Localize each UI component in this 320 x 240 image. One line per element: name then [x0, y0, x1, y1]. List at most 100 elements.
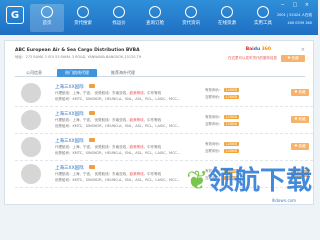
- route-text: 优势航线：东南亚线: [94, 118, 127, 122]
- collect-button[interactable]: ♥ 收藏: [291, 143, 309, 150]
- nav-item-label: 货代搜索: [74, 21, 92, 26]
- agent-name[interactable]: 上海三XX国际: [55, 84, 84, 90]
- route-text: 优势航线：东南亚线: [94, 91, 127, 95]
- nav-item-label: 货代资讯: [182, 21, 200, 26]
- tab-bar: 公司信息 热门航线代理 推荐海外代理: [15, 69, 305, 77]
- vip-badge: [89, 111, 95, 115]
- agent-name[interactable]: 上海三XX国际: [55, 138, 84, 144]
- route-text: 优势航线：东南亚线: [94, 172, 127, 176]
- nav-item-home[interactable]: 首页: [30, 4, 64, 32]
- nav-item-label: 在线资源: [218, 21, 236, 26]
- hotline-phone: 400 0539 260: [287, 21, 313, 25]
- route-text: 代理航线：上海、宁波、: [55, 145, 94, 149]
- collect-button[interactable]: ♥ 收藏: [281, 55, 305, 62]
- nav-item-label: 首页: [42, 21, 52, 26]
- stat-value: 120KB: [223, 122, 239, 126]
- home-icon: [41, 6, 53, 18]
- company-name: ABC European Air & Sea Cargo Distributio…: [15, 48, 140, 53]
- nav-item-online-resources[interactable]: 在线资源: [210, 4, 244, 32]
- vip-badge: [89, 84, 95, 88]
- carrier-info: 优势船司：KMTC、SINOKOR、HEUNG-A、SNL、ASL、RCL、LA…: [55, 97, 181, 101]
- window-controls: − □ ×: [281, 2, 312, 8]
- avatar: [21, 137, 41, 157]
- tools-icon: [257, 6, 269, 18]
- globe-icon: [221, 6, 233, 18]
- search-brand-logos: Baidu 360: [246, 47, 271, 52]
- route-highlight: ，欧美等线: [126, 172, 144, 176]
- nav-item-label: 查询订舱: [146, 21, 164, 26]
- stat-valid-inquiry: 有效询价： 120KB: [205, 115, 239, 120]
- app-logo: G: [6, 6, 24, 24]
- price-icon: [113, 6, 125, 18]
- carrier-info: 优势船司：KMTC、SINOKOR、HEUNG-A、SNL、ASL、RCL、LA…: [55, 151, 181, 155]
- online-count: 2001 | 52424 人在线: [276, 13, 312, 17]
- top-navigation-bar: G 首页 货代搜索 找运价 查询订舱 货代资讯 在线资源 实用工具 − □ × …: [0, 0, 318, 35]
- route-text: ，中东等线: [143, 118, 162, 122]
- leaf-icon: ❦: [186, 166, 208, 196]
- route-text: 代理航线：上海、宁波、: [55, 91, 94, 95]
- stat-value: 120KB: [223, 88, 239, 92]
- avatar: [21, 83, 41, 103]
- list-item: 上海三XX国际 代理航线：上海、宁波、 优势航线：东南亚线，欧美等线，中东等线 …: [15, 108, 313, 134]
- brand-logo[interactable]: du: [254, 47, 260, 52]
- brand-logo[interactable]: 360: [262, 47, 271, 52]
- stat-label: 互联询价：: [205, 149, 223, 153]
- watermark-url: lhdown.com: [271, 198, 296, 203]
- stat-valid-inquiry: 有效询价： 120KB: [205, 88, 239, 93]
- company-address: 地址：273 RAMA 3 SOI 53 RAMA 3 ROAD, YANNAW…: [15, 55, 142, 59]
- list-item: 上海三XX国际 代理航线：上海、宁波、 优势航线：东南亚线，欧美等线，中东等线 …: [15, 135, 313, 161]
- nav-item-label: 找运价: [112, 21, 126, 26]
- stat-label: 互联询价：: [205, 95, 223, 99]
- ship-icon: [149, 6, 161, 18]
- route-text: ，中东等线: [143, 91, 162, 95]
- news-icon: [185, 6, 197, 18]
- nav-item-tools[interactable]: 实用工具: [246, 4, 280, 32]
- stat-valid-inquiry: 有效询价： 120KB: [205, 142, 239, 147]
- avatar: [21, 164, 41, 184]
- nav-item-freight-rates[interactable]: 找运价: [102, 4, 136, 32]
- brand-logo[interactable]: Bai: [246, 47, 254, 52]
- agent-name[interactable]: 上海三XX国际: [55, 165, 84, 171]
- stat-value: 120KB: [223, 115, 239, 119]
- collect-button[interactable]: ♥ 收藏: [291, 89, 309, 96]
- stat-value: 120KB: [223, 142, 239, 146]
- vip-badge: [89, 165, 95, 169]
- route-text: 优势航线：东南亚线: [94, 145, 127, 149]
- close-icon[interactable]: ×: [305, 2, 312, 8]
- route-info: 代理航线：上海、宁波、 优势航线：东南亚线，欧美等线，中东等线: [55, 118, 161, 123]
- stat-label: 互联询价：: [205, 122, 223, 126]
- stat-linked-inquiry: 互联询价： 120KB: [205, 149, 239, 154]
- vip-badge: [89, 138, 95, 142]
- minimize-icon[interactable]: −: [281, 2, 288, 8]
- agent-name[interactable]: 上海三XX国际: [55, 111, 84, 117]
- stat-value: 120KB: [223, 95, 239, 99]
- promo-banner[interactable]: 在这里可以发布货代的服务信息: [228, 56, 277, 61]
- route-text: 代理航线：上海、宁波、: [55, 172, 94, 176]
- route-text: ，中东等线: [143, 145, 162, 149]
- stat-linked-inquiry: 互联询价： 120KB: [205, 122, 239, 127]
- tab-company-info[interactable]: 公司信息: [15, 69, 53, 77]
- tab-hot-routes[interactable]: 热门航线代理: [57, 69, 97, 77]
- nav-item-forwarder-search[interactable]: 货代搜索: [66, 4, 100, 32]
- tab-overseas-agents[interactable]: 推荐海外代理: [101, 69, 145, 77]
- route-info: 代理航线：上海、宁波、 优势航线：东南亚线，欧美等线，中东等线: [55, 172, 161, 177]
- list-item: 上海三XX国际 代理航线：上海、宁波、 优势航线：东南亚线，欧美等线，中东等线 …: [15, 81, 313, 107]
- route-info: 代理航线：上海、宁波、 优势航线：东南亚线，欧美等线，中东等线: [55, 91, 161, 96]
- stat-label: 有效询价：: [205, 88, 223, 92]
- maximize-icon[interactable]: □: [292, 2, 300, 8]
- top-info: 2001 | 52424 人在线 400 0539 260: [277, 13, 312, 25]
- route-text: 代理航线：上海、宁波、: [55, 118, 94, 122]
- nav-item-news[interactable]: 货代资讯: [174, 4, 208, 32]
- stat-label: 有效询价：: [205, 115, 223, 119]
- stat-linked-inquiry: 互联询价： 120KB: [205, 95, 239, 100]
- carrier-info: 优势船司：KMTC、SINOKOR、HEUNG-A、SNL、ASL、RCL、LA…: [55, 178, 181, 182]
- route-highlight: ，欧美等线: [126, 145, 144, 149]
- close-icon[interactable]: ×: [301, 47, 305, 53]
- route-highlight: ，欧美等线: [126, 91, 144, 95]
- avatar: [21, 110, 41, 130]
- nav-item-booking[interactable]: 查询订舱: [138, 4, 172, 32]
- route-highlight: ，欧美等线: [126, 118, 144, 122]
- collect-button[interactable]: ♥ 收藏: [291, 116, 309, 123]
- watermark-text: 领航下载: [207, 166, 312, 196]
- carrier-info: 优势船司：KMTC、SINOKOR、HEUNG-A、SNL、ASL、RCL、LA…: [55, 124, 181, 128]
